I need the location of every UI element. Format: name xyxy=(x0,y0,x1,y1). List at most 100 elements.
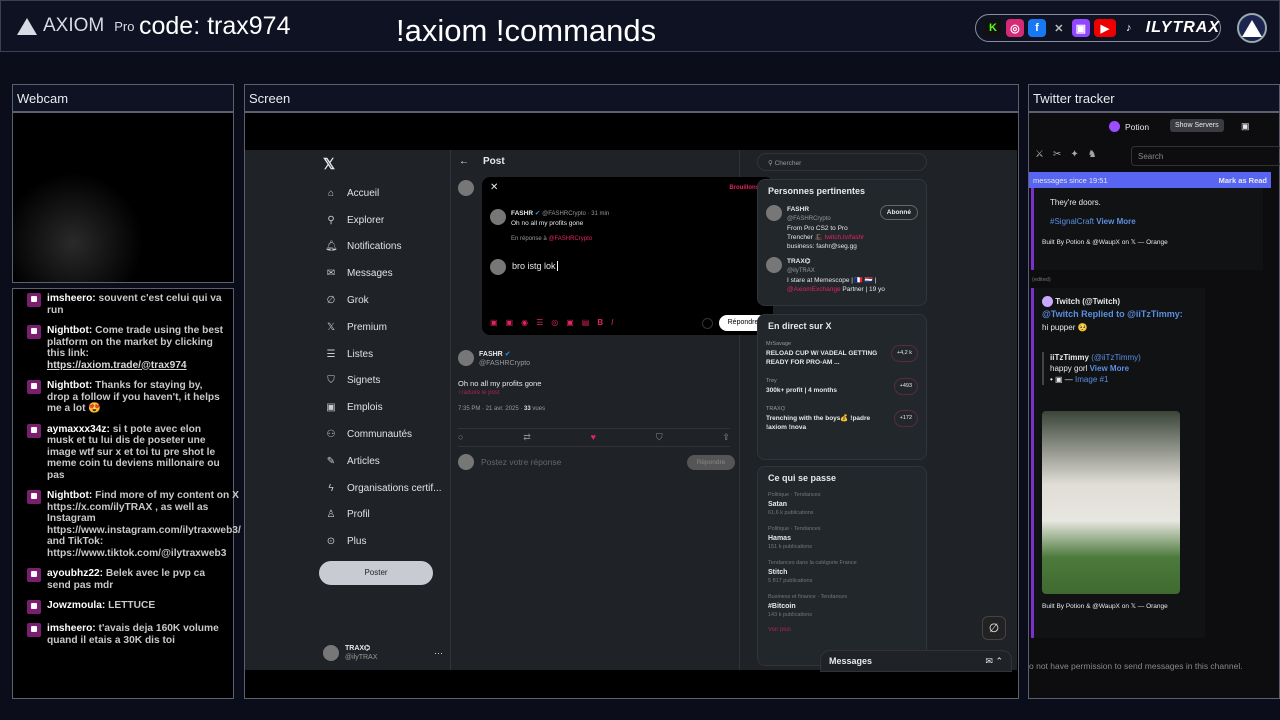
trend-item[interactable]: Tendances dans la catégorie France Stitch… xyxy=(758,557,926,591)
drafts-link[interactable]: Brouillons xyxy=(729,185,759,191)
message-body: Nightbot: Thanks for staying by, drop a … xyxy=(47,380,227,415)
x-logo-icon[interactable]: 𝕏 xyxy=(323,155,335,173)
tracker-header: Twitter tracker xyxy=(1028,84,1280,112)
nav-item[interactable]: ♙ Profil xyxy=(325,502,441,529)
avatar xyxy=(490,209,506,225)
chat-message: imsheero: t'avais deja 160K volume quand… xyxy=(19,623,227,646)
tweet-text: Oh no all my profits gone xyxy=(458,379,542,388)
translate-link[interactable]: Traduire le post xyxy=(458,390,499,396)
trend-count: 143 k publications xyxy=(768,612,813,618)
quote-handle[interactable]: (@iiTzTimmy) xyxy=(1091,353,1141,362)
inbox-icon[interactable]: ▣ xyxy=(1241,121,1250,132)
trend-category: Politique · Tendances xyxy=(768,526,821,532)
nav-item[interactable]: ⛉ Signets xyxy=(325,368,441,395)
mark-as-read-button[interactable]: Mark as Read xyxy=(1219,176,1267,185)
quote-author: iiTzTimmy xyxy=(1050,353,1089,362)
nav-icon: ⊙ xyxy=(326,536,336,548)
reply-button[interactable]: Répondre xyxy=(687,455,735,470)
nav-item[interactable]: ϟ Organisations certif... xyxy=(325,475,441,502)
social-links: K ◎ f ✕ ▣ ▶ ♪ ILYTRAX xyxy=(975,14,1221,42)
bookmark-icon[interactable]: ⛉ xyxy=(656,432,663,443)
nav-item[interactable]: ⊙ Plus xyxy=(325,528,441,555)
retweet-icon[interactable]: ⇄ xyxy=(523,432,531,443)
image-link[interactable]: Image #1 xyxy=(1075,375,1108,384)
reply-to-handle[interactable]: @FASHRCrypto xyxy=(548,236,592,242)
nav-icon: ▣ xyxy=(326,402,336,414)
dog-image[interactable] xyxy=(1042,411,1180,594)
quoted-text: Oh no all my profits gone xyxy=(511,220,584,227)
back-arrow-icon[interactable]: ← xyxy=(459,156,469,167)
chat-message: Nightbot: Find more of my content on X h… xyxy=(19,490,241,559)
tweet-actions: ○ ⇄ ♥ ⛉ ⇪ xyxy=(458,428,730,447)
chat-link[interactable]: https://axiom.trade/@trax974 xyxy=(47,360,187,371)
trend-item[interactable]: Politique · Tendances Hamas 151 k publicat… xyxy=(758,523,926,557)
nav-item[interactable]: ⌂ Accueil xyxy=(325,180,441,207)
chat-message: imsheero: souvent c'est celui qui va run xyxy=(19,293,227,316)
trend-item[interactable]: Business et finance · Tendances #Bitcoin 1… xyxy=(758,591,926,625)
person-handle: @ilyTRAX xyxy=(787,268,815,274)
more-icon[interactable]: ··· xyxy=(434,648,443,658)
channel-icons[interactable]: ⚔✂✦♞ xyxy=(1035,149,1106,160)
nav-item[interactable]: 𝕏 Premium xyxy=(325,314,441,341)
avatar xyxy=(766,205,782,221)
twitch-badge-icon xyxy=(27,600,41,614)
expand-icon[interactable]: ✉ ⌃ xyxy=(985,656,1003,666)
chat-panel: imsheero: souvent c'est celui qui va run… xyxy=(12,288,241,699)
reply-input[interactable]: Postez votre réponse xyxy=(481,457,561,467)
reply-icon[interactable]: ○ xyxy=(458,432,463,443)
nav-item[interactable]: ⚲ Explorer xyxy=(325,207,441,234)
account-handle: @ilyTRAX xyxy=(345,654,378,661)
quoted-handle: @FASHRCrypto · 31 min xyxy=(542,211,610,217)
x-icon: ✕ xyxy=(1054,22,1064,35)
reply-heading[interactable]: @Twitch Replied to @iiTzTimmy: xyxy=(1042,308,1197,321)
view-more-link[interactable]: View More xyxy=(1096,217,1135,226)
like-icon[interactable]: ♥ xyxy=(591,432,596,443)
trend-item[interactable]: Politique · Tendances Satan 61,6 k publica… xyxy=(758,489,926,523)
nav-item[interactable]: ✎ Articles xyxy=(325,448,441,475)
post-button[interactable]: Poster xyxy=(319,561,433,585)
messages-drawer[interactable]: Messages ✉ ⌃ xyxy=(820,650,1012,672)
message-body: ayoubhz22: Belek avec le pvp ca send pas… xyxy=(47,568,227,591)
live-item[interactable]: Trey 300k+ profit | 4 months +493 xyxy=(758,374,926,398)
person-item[interactable]: FASHR @FASHRCrypto From Pro CS2 to Pro Tre… xyxy=(758,202,926,254)
search-input[interactable]: ⚲ Chercher xyxy=(757,153,927,171)
grok-icon[interactable]: ∅ xyxy=(982,616,1006,640)
person-item[interactable]: TRAX⌬ @ilyTRAX I stare at Memescope | 🇫🇷 🇳… xyxy=(758,254,926,297)
nav-icon: ∅ xyxy=(326,295,336,307)
twitch-badge-icon xyxy=(27,490,41,504)
account-switcher[interactable]: TRAX⌬ @ilyTRAX ··· xyxy=(323,644,443,662)
reply-textbox[interactable]: bro istg lok xyxy=(512,261,558,271)
nav-item[interactable]: ∅ Grok xyxy=(325,287,441,314)
embed-text: hi pupper 🥺 xyxy=(1042,323,1088,332)
axiom-triangle-icon xyxy=(17,17,37,35)
axiom-triangle-icon xyxy=(1242,19,1262,37)
nav-item[interactable]: 🔔︎ Notifications xyxy=(325,234,441,261)
bio-link[interactable]: @AxiomExchange xyxy=(787,286,841,293)
nav-item[interactable]: ⚇ Communautés xyxy=(325,421,441,448)
live-item[interactable]: TRAX⌬ Trenching with the boys💰 !padre !ax… xyxy=(758,402,926,435)
views-label: vues xyxy=(530,406,546,412)
avatar xyxy=(490,259,506,275)
avatar xyxy=(323,645,339,661)
close-icon[interactable]: ✕ xyxy=(490,182,498,193)
person-name: TRAX⌬ xyxy=(787,258,811,265)
nav-label: Profil xyxy=(347,509,370,521)
top-bar: AXIOM Pro code: trax974 !axiom !commands … xyxy=(0,0,1280,52)
nav-item[interactable]: ☰ Listes xyxy=(325,341,441,368)
live-title: RELOAD CUP W/ VADEAL GETTING READY FOR P… xyxy=(766,350,878,366)
follow-button[interactable]: Abonné xyxy=(879,205,918,220)
compose-toolbar[interactable]: ▣▣◉☰◎▣▤BI xyxy=(490,318,621,327)
view-more-link[interactable]: View More xyxy=(1090,364,1129,373)
share-icon[interactable]: ⇪ xyxy=(722,432,730,443)
hashtag[interactable]: #SignalCraft xyxy=(1050,217,1094,226)
nav-item[interactable]: ▣ Emplois xyxy=(325,394,441,421)
show-servers-button[interactable]: Show Servers xyxy=(1170,119,1224,132)
live-item[interactable]: MrSavage RELOAD CUP W/ VADEAL GETTING REA… xyxy=(758,337,926,370)
search-input[interactable]: Search xyxy=(1131,146,1280,166)
x-app: 𝕏 ⌂ Accueil ⚲ Explorer 🔔︎ Notifications ✉ Messa… xyxy=(245,150,1017,672)
embed-footer: Built By Potion & @WaupX on 𝕏 — Orange xyxy=(1042,239,1168,246)
see-more-link[interactable]: Voir plus xyxy=(758,625,926,635)
chat-username: Nightbot: xyxy=(47,380,93,391)
bio-link[interactable]: twitch.tv/fashr xyxy=(824,234,864,241)
nav-item[interactable]: ✉ Messages xyxy=(325,260,441,287)
